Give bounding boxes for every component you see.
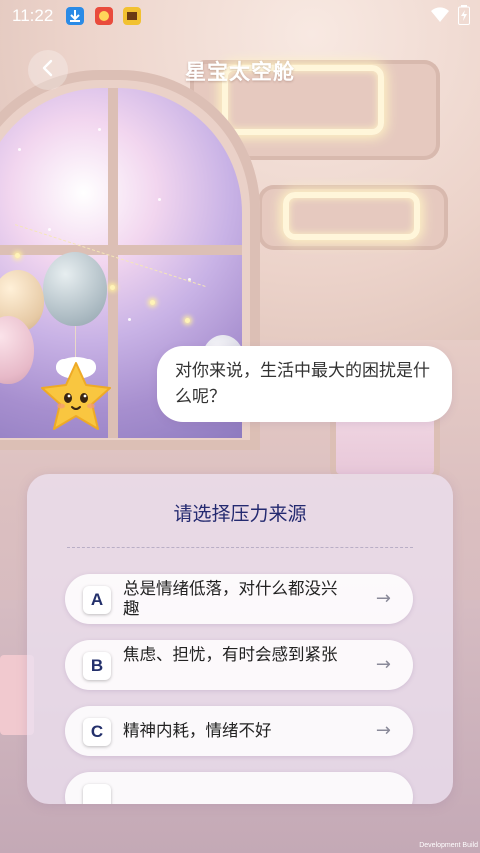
app-red-icon xyxy=(95,7,113,25)
wifi-icon xyxy=(430,7,450,27)
page-title: 星宝太空舱 xyxy=(185,60,295,84)
option-letter: C xyxy=(83,718,111,746)
window-mullion xyxy=(0,245,242,255)
light-bulb xyxy=(150,300,155,305)
option-a[interactable]: A 总是情绪低落，对什么都没兴趣 → xyxy=(65,574,413,624)
option-text: 总是情绪低落，对什么都没兴趣 xyxy=(123,579,338,618)
option-text: 焦虑、担忧，有时会感到紧张 xyxy=(123,645,338,664)
light-bulb xyxy=(15,253,20,258)
option-letter xyxy=(83,784,111,804)
balloon xyxy=(43,252,107,326)
divider xyxy=(67,547,413,548)
option-letter: A xyxy=(83,586,111,614)
status-right xyxy=(430,5,470,29)
app-yellow-icon xyxy=(123,7,141,25)
option-b[interactable]: B 焦虑、担忧，有时会感到紧张 → xyxy=(65,640,413,690)
status-bar: 11:22 xyxy=(0,0,480,32)
star xyxy=(128,318,131,321)
light-bulb xyxy=(185,318,190,323)
arrow-right-icon: → xyxy=(375,588,391,609)
star xyxy=(18,148,21,151)
panel-title: 请选择压力来源 xyxy=(173,503,307,525)
choice-panel: 请选择压力来源 A 总是情绪低落，对什么都没兴趣 → B 焦虑、担忧，有时会感到… xyxy=(27,474,453,804)
option-c[interactable]: C 精神内耗，情绪不好 → xyxy=(65,706,413,756)
arrow-right-icon: → xyxy=(375,654,391,675)
star xyxy=(158,198,161,201)
star xyxy=(48,228,51,231)
option-text: 精神内耗，情绪不好 xyxy=(123,721,272,740)
light-bulb xyxy=(110,285,115,290)
star xyxy=(98,128,101,131)
download-icon xyxy=(66,7,84,25)
speech-bubble: 对你来说，生活中最大的困扰是什么呢？ xyxy=(157,346,452,422)
ceiling-light xyxy=(283,192,420,240)
option-letter: B xyxy=(83,652,111,680)
arrow-right-icon: → xyxy=(375,720,391,741)
question-text: 对你来说，生活中最大的困扰是什么呢？ xyxy=(175,361,430,407)
battery-icon xyxy=(458,5,470,29)
status-time: 11:22 xyxy=(12,6,54,25)
dev-build-label: Development Build xyxy=(419,842,478,849)
mascot-star xyxy=(34,355,118,435)
option-d[interactable] xyxy=(65,772,413,804)
